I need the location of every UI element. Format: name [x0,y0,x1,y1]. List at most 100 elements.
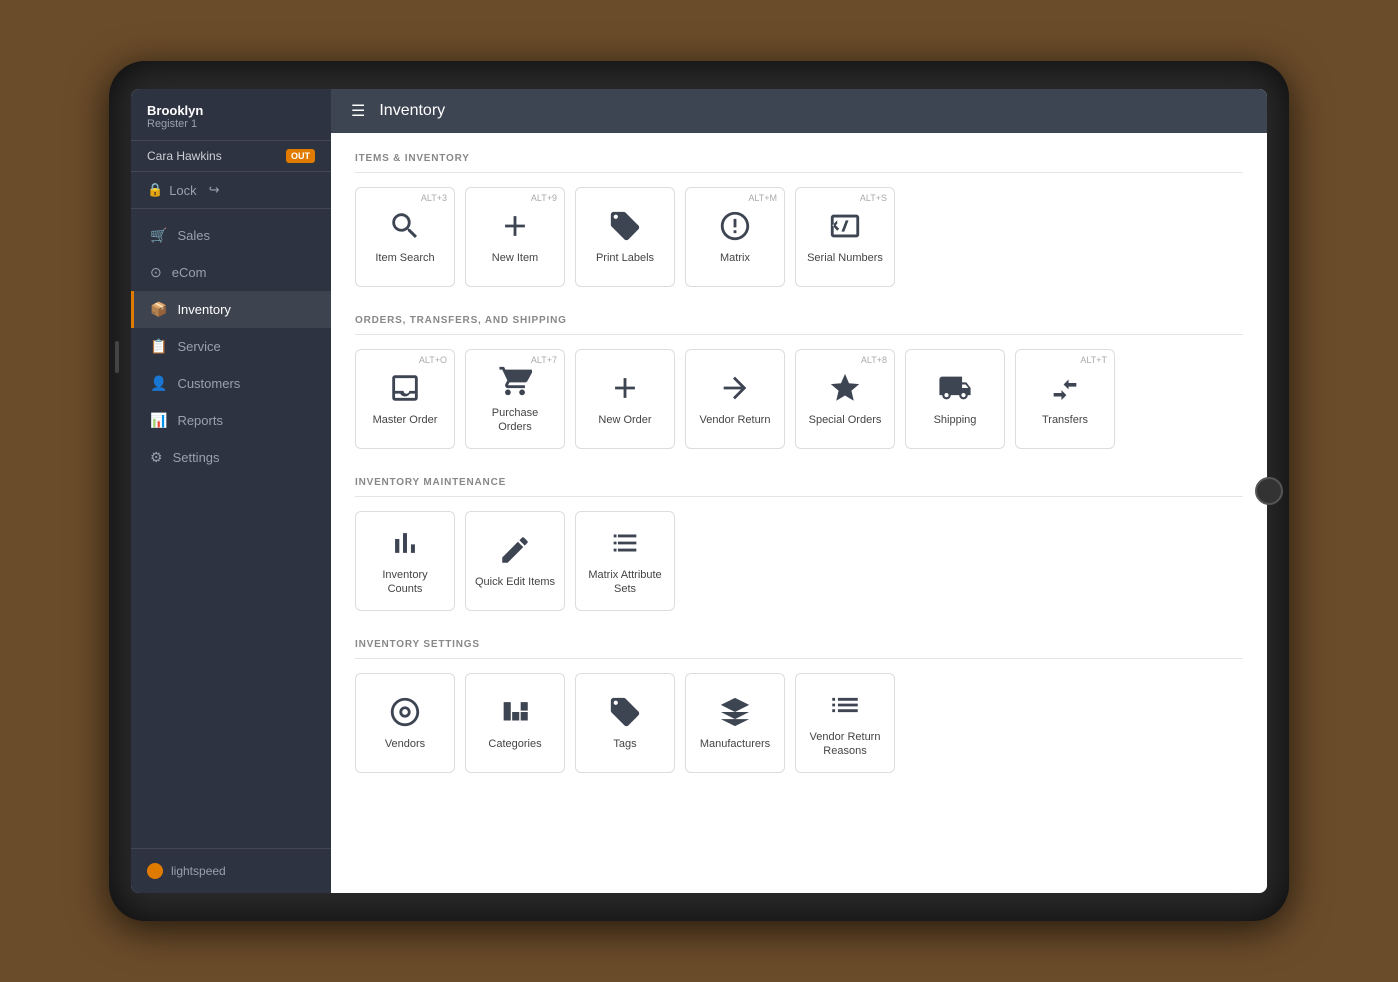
tile-new-item[interactable]: ALT+9 New Item [465,187,565,287]
tile-label: Purchase Orders [474,406,556,435]
sidebar-item-customers[interactable]: 👤 Customers [131,365,331,402]
section-orders-transfers: ORDERS, TRANSFERS, AND SHIPPING ALT+O Ma… [355,315,1243,449]
lock-icon: 🔒 [147,182,163,198]
columns-icon [498,695,532,729]
service-icon: 📋 [150,338,167,355]
tile-special-orders[interactable]: ALT+8 Special Orders [795,349,895,449]
list-icon [828,688,862,722]
sidebar-item-label: Sales [177,228,210,243]
tile-inventory-counts[interactable]: Inventory Counts [355,511,455,611]
settings-icon: ⚙ [150,449,163,466]
lock-button[interactable]: 🔒 Lock [147,182,197,198]
sidebar-nav: 🛒 Sales ⊙ eCom 📦 Inventory 📋 Service [131,209,331,848]
pencil-icon [498,533,532,567]
tile-label: Serial Numbers [807,251,883,265]
items-inventory-grid: ALT+3 Item Search ALT+9 [355,187,1243,287]
sidebar-item-label: eCom [172,265,207,280]
hamburger-icon[interactable]: ☰ [351,101,365,121]
tile-purchase-orders[interactable]: ALT+7 Purchase Orders [465,349,565,449]
top-bar: ☰ Inventory [331,89,1267,133]
tile-matrix-attribute-sets[interactable]: Matrix Attribute Sets [575,511,675,611]
sidebar-item-settings[interactable]: ⚙ Settings [131,439,331,476]
tile-label: Transfers [1042,413,1088,427]
plus-icon [498,209,532,243]
tile-transfers[interactable]: ALT+T Transfers [1015,349,1115,449]
terminal-icon [828,209,862,243]
transfers-icon [1048,371,1082,405]
sidebar-item-inventory[interactable]: 📦 Inventory [131,291,331,328]
sidebar-item-ecom[interactable]: ⊙ eCom [131,254,331,291]
home-button[interactable] [1255,477,1283,505]
section-inventory-maintenance: INVENTORY MAINTENANCE Inventory Counts [355,477,1243,611]
sidebar-item-reports[interactable]: 📊 Reports [131,402,331,439]
section-title: ORDERS, TRANSFERS, AND SHIPPING [355,315,1243,335]
bar-chart-icon [388,526,422,560]
tile-label: Manufacturers [700,737,770,751]
shortcut-label: ALT+O [419,355,447,365]
reports-icon: 📊 [150,412,167,429]
section-title: INVENTORY SETTINGS [355,639,1243,659]
sidebar-item-service[interactable]: 📋 Service [131,328,331,365]
tile-new-order[interactable]: New Order [575,349,675,449]
tile-serial-numbers[interactable]: ALT+S Serial Numbers [795,187,895,287]
tile-item-search[interactable]: ALT+3 Item Search [355,187,455,287]
shortcut-label: ALT+7 [531,355,557,365]
sidebar-item-label: Reports [177,413,223,428]
tile-manufacturers[interactable]: Manufacturers [685,673,785,773]
sidebar-item-label: Inventory [177,302,230,317]
tile-print-labels[interactable]: Print Labels [575,187,675,287]
building-icon [718,695,752,729]
tile-label: Master Order [373,413,438,427]
section-title: ITEMS & INVENTORY [355,153,1243,173]
grid-icon [608,526,642,560]
customers-icon: 👤 [150,375,167,392]
tile-label: New Item [492,251,538,265]
shortcut-label: ALT+8 [861,355,887,365]
user-name: Cara Hawkins [147,149,286,163]
store-name: Brooklyn [147,103,315,118]
content-area: ITEMS & INVENTORY ALT+3 Item Search [331,133,1267,893]
tile-tags[interactable]: Tags [575,673,675,773]
volume-button [115,341,119,373]
shortcut-label: ALT+T [1080,355,1107,365]
target-icon [388,695,422,729]
shortcut-label: ALT+9 [531,193,557,203]
tile-label: Matrix [720,251,750,265]
tile-vendor-return-reasons[interactable]: Vendor Return Reasons [795,673,895,773]
section-title: INVENTORY MAINTENANCE [355,477,1243,497]
tile-label: Vendors [385,737,425,751]
sidebar-item-label: Service [177,339,220,354]
arrow-right-icon [718,371,752,405]
logout-icon: ↪ [209,182,220,198]
section-items-inventory: ITEMS & INVENTORY ALT+3 Item Search [355,153,1243,287]
inventory-maintenance-grid: Inventory Counts Quick Edit Items [355,511,1243,611]
tile-label: Shipping [934,413,977,427]
tag-icon [608,695,642,729]
logout-button[interactable]: ↪ [209,182,220,198]
orders-transfers-grid: ALT+O Master Order ALT+7 [355,349,1243,449]
tile-shipping[interactable]: Shipping [905,349,1005,449]
tile-label: Inventory Counts [364,568,446,597]
register-name: Register 1 [147,118,315,130]
inbox-icon [388,371,422,405]
matrix-icon [718,209,752,243]
tile-matrix[interactable]: ALT+M Matrix [685,187,785,287]
tile-vendor-return[interactable]: Vendor Return [685,349,785,449]
label-icon [608,209,642,243]
tablet-frame: Brooklyn Register 1 Cara Hawkins OUT 🔒 L… [109,61,1289,921]
sidebar-item-sales[interactable]: 🛒 Sales [131,217,331,254]
sidebar-user: Cara Hawkins OUT [131,141,331,172]
tile-master-order[interactable]: ALT+O Master Order [355,349,455,449]
tile-categories[interactable]: Categories [465,673,565,773]
tile-label: Tags [613,737,636,751]
sales-icon: 🛒 [150,227,167,244]
tile-label: Vendor Return Reasons [804,730,886,759]
tile-vendors[interactable]: Vendors [355,673,455,773]
tile-label: Print Labels [596,251,654,265]
shortcut-label: ALT+3 [421,193,447,203]
tile-label: Item Search [375,251,434,265]
shortcut-label: ALT+M [748,193,777,203]
tile-label: Vendor Return [700,413,771,427]
tile-quick-edit-items[interactable]: Quick Edit Items [465,511,565,611]
sidebar-item-label: Customers [177,376,240,391]
